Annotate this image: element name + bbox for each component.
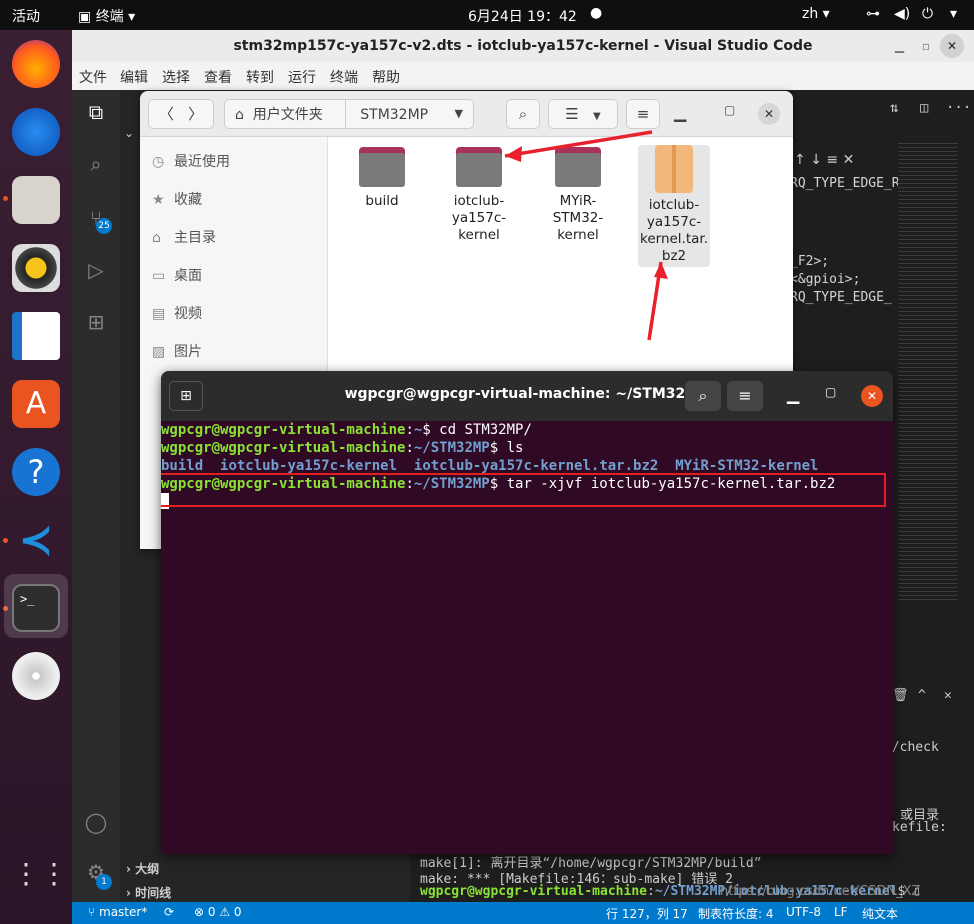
terminal-line: wgpcgr@wgpcgr-virtual-machine:~/STM32MP$…: [161, 440, 524, 456]
terminal-headerbar: ⊞ wgpcgr@wgpcgr-virtual-machine: ~/STM32…: [161, 371, 893, 421]
highlight-box: [161, 473, 886, 507]
terminal-window: ⊞ wgpcgr@wgpcgr-virtual-machine: ~/STM32…: [161, 371, 893, 854]
terminal-line: wgpcgr@wgpcgr-virtual-machine:~$ cd STM3…: [161, 422, 532, 438]
search-icon[interactable]: ⌕: [685, 381, 721, 411]
arrow-to-folder: [504, 130, 653, 158]
maximize-icon[interactable]: ▢: [825, 385, 836, 399]
terminal-output[interactable]: wgpcgr@wgpcgr-virtual-machine:~$ cd STM3…: [161, 421, 893, 854]
minimize-icon[interactable]: ▁: [787, 385, 799, 404]
arrowhead: [654, 262, 668, 279]
hamburger-icon[interactable]: ≡: [727, 381, 763, 411]
terminal-title: wgpcgr@wgpcgr-virtual-machine: ~/STM32MP: [344, 386, 710, 402]
close-icon[interactable]: ✕: [861, 385, 883, 407]
